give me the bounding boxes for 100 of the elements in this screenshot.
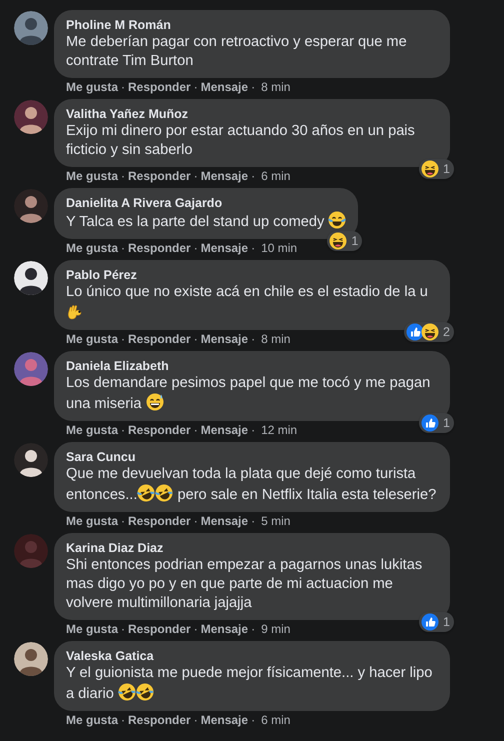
thumbs-up-icon: [421, 613, 440, 631]
separator-dot: ·: [194, 169, 198, 184]
avatar-icon[interactable]: [14, 189, 48, 223]
separator-dot: ·: [194, 423, 198, 438]
comment-author[interactable]: Valeska Gatica: [66, 648, 154, 664]
comment-author[interactable]: Daniela Elizabeth: [66, 358, 169, 374]
separator-dot: ·: [121, 169, 126, 184]
comment-action-link[interactable]: Me gusta: [66, 332, 118, 347]
reaction-badge[interactable]: 1: [327, 231, 362, 251]
comment-time[interactable]: 6 min: [261, 169, 290, 184]
separator-dot: ·: [251, 241, 256, 256]
separator-dot: ·: [251, 713, 256, 728]
separator-dot: ·: [251, 514, 256, 529]
comment-action-link[interactable]: Responder: [128, 80, 191, 95]
comment-time[interactable]: 8 min: [261, 80, 290, 95]
separator-dot: ·: [194, 713, 198, 728]
comment-text: Me deberían pagar con retroactivo y esperar que me contrate Tim Burton: [66, 33, 408, 71]
separator-dot: ·: [194, 241, 198, 256]
separator-dot: ·: [121, 241, 126, 256]
thumbs-up-icon: [406, 323, 424, 341]
comment-text: Lo único que no existe acá en chile es el estadio de la u: [66, 283, 438, 323]
comment-action-link[interactable]: Responder: [128, 423, 191, 438]
reaction-count: 1: [443, 615, 450, 629]
comment-text: Los demandare pesimos papel que me tocó y me pagan una miseria: [66, 374, 432, 414]
avatar-icon[interactable]: [14, 642, 48, 676]
comment-author[interactable]: Sara Cuncu: [66, 449, 136, 465]
reaction-count: 1: [443, 162, 450, 176]
separator-dot: ·: [194, 514, 198, 529]
comment-author[interactable]: Pholine M Román: [66, 17, 171, 33]
comment-action-link[interactable]: Mensaje: [200, 514, 248, 529]
separator-dot: ·: [121, 713, 126, 728]
comment-text: Que me devuelvan toda la plata que dejé como turista entonces... pero sale en Netflix Italia esta teleserie?: [66, 465, 438, 505]
comment-text: Y el guionista me puede mejor físicamente... y hacer lipo a diario: [66, 664, 434, 704]
comment-action-link[interactable]: Me gusta: [66, 713, 118, 728]
comment-action-link[interactable]: Mensaje: [200, 80, 248, 95]
reaction-count: 1: [443, 416, 450, 430]
reaction-count: 1: [351, 234, 358, 248]
comment-author[interactable]: Pablo Pérez: [66, 267, 137, 283]
comment-action-link[interactable]: Me gusta: [66, 622, 118, 637]
rolling-laughing-icon: [155, 484, 174, 502]
reaction-count: 2: [443, 325, 450, 339]
comment-action-link[interactable]: Mensaje: [200, 169, 248, 184]
avatar-icon[interactable]: [14, 261, 48, 295]
separator-dot: ·: [121, 80, 126, 95]
comment-action-link[interactable]: Mensaje: [200, 622, 248, 637]
comment-action-link[interactable]: Responder: [128, 169, 191, 184]
reaction-badge[interactable]: 1: [419, 159, 454, 179]
separator-dot: ·: [121, 514, 126, 529]
reaction-badge[interactable]: 1: [419, 413, 454, 433]
separator-dot: ·: [121, 423, 126, 438]
comment-action-link[interactable]: Me gusta: [66, 514, 118, 529]
comment-action-link[interactable]: Responder: [128, 241, 191, 256]
separator-dot: ·: [251, 80, 256, 95]
laughing-face-icon: [421, 323, 440, 341]
thumbs-up-icon: [421, 414, 440, 432]
comment-action-link[interactable]: Me gusta: [66, 241, 118, 256]
comment-time[interactable]: 12 min: [261, 423, 298, 438]
reaction-badge[interactable]: 1: [419, 612, 454, 632]
separator-dot: ·: [194, 622, 198, 637]
comment-action-link[interactable]: Mensaje: [200, 332, 248, 347]
grinning-sweat-icon: [146, 393, 164, 411]
comment-author[interactable]: Valitha Yañez Muñoz: [66, 106, 188, 122]
rolling-laughing-icon: [136, 683, 154, 701]
comment-action-link[interactable]: Me gusta: [66, 80, 118, 95]
laughing-face-icon: [421, 160, 440, 178]
separator-dot: ·: [194, 80, 198, 95]
rolling-laughing-icon: [118, 683, 136, 701]
separator-dot: ·: [251, 423, 256, 438]
separator-dot: ·: [121, 622, 126, 637]
comment-author[interactable]: Karina Diaz Diaz: [66, 540, 164, 556]
separator-dot: ·: [251, 169, 256, 184]
comment-text: Exijo mi dinero por estar actuando 30 años en un pais ficticio y sin saberlo: [66, 122, 416, 160]
comment-action-link[interactable]: Responder: [128, 622, 191, 637]
comment-text: Shi entonces podrian empezar a pagarnos unas lukitas mas digo yo po y en que parte de mi actuacion me volvere multimillonaria jajajja: [66, 556, 424, 613]
rolling-laughing-icon: [137, 484, 156, 502]
comment-time[interactable]: 8 min: [261, 332, 290, 347]
comment-action-link[interactable]: Me gusta: [66, 169, 118, 184]
comment-action-link[interactable]: Responder: [128, 713, 191, 728]
ok-hand-icon: [66, 302, 84, 320]
laughing-face-icon: [329, 232, 348, 250]
comment-action-link[interactable]: Mensaje: [200, 241, 248, 256]
separator-dot: ·: [194, 332, 198, 347]
tears-of-joy-icon: [328, 211, 346, 229]
avatar-icon[interactable]: [14, 443, 48, 477]
comment-time[interactable]: 6 min: [261, 713, 290, 728]
separator-dot: ·: [251, 622, 256, 637]
comment-action-link[interactable]: Responder: [128, 332, 191, 347]
comment-text: Y Talca es la parte del stand up comedy: [66, 211, 346, 232]
reaction-badge[interactable]: 2: [404, 322, 454, 342]
comment-action-link[interactable]: Mensaje: [200, 713, 248, 728]
separator-dot: ·: [121, 332, 126, 347]
avatar-icon[interactable]: [14, 100, 48, 134]
comment-time[interactable]: 9 min: [261, 622, 290, 637]
comment-action-link[interactable]: Responder: [128, 514, 191, 529]
comment-author[interactable]: Danielita A Rivera Gajardo: [66, 195, 222, 211]
comment-action-link[interactable]: Mensaje: [200, 423, 248, 438]
separator-dot: ·: [251, 332, 256, 347]
comment-time[interactable]: 10 min: [261, 241, 298, 256]
comment-action-link[interactable]: Me gusta: [66, 423, 118, 438]
comment-time[interactable]: 5 min: [261, 514, 290, 529]
